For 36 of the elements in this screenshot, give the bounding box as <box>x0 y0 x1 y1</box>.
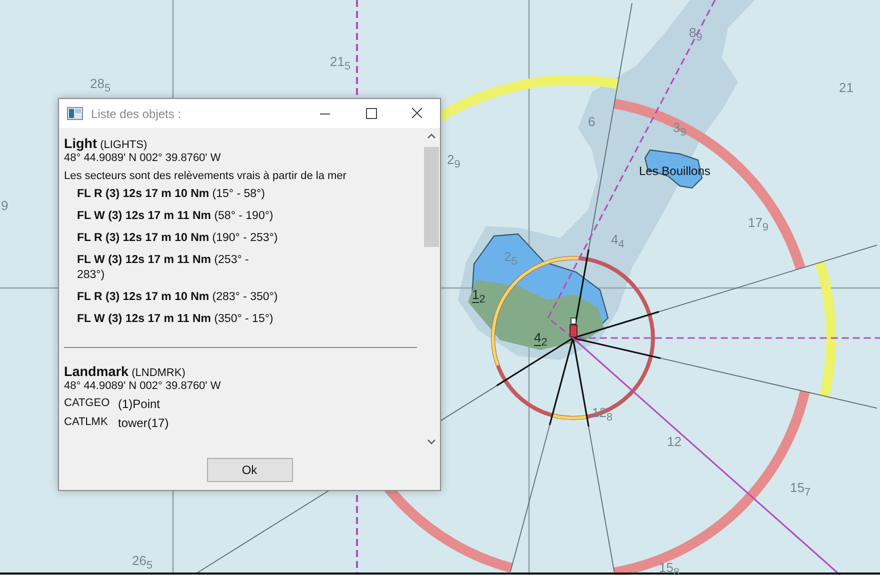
attribute-name: CATLMK <box>64 416 109 430</box>
depth-sounding: 26$_{5}$ <box>132 553 152 574</box>
depth-sounding: 15$_{7}$ <box>790 480 810 501</box>
depth-sounding: 2$_{5}$ <box>504 249 518 270</box>
depth-sounding: 17$_{9}$ <box>748 215 768 236</box>
window-title: Liste des objets : <box>91 106 182 120</box>
ok-button[interactable]: Ok <box>206 458 292 482</box>
attribute-value: tower(17) <box>118 416 169 430</box>
object-heading: Light (LIGHTS) <box>64 136 148 151</box>
depth-sounding: 28$_{5}$ <box>90 76 110 97</box>
window-icon <box>67 107 83 120</box>
sector-note: Les secteurs sont des relèvements vrais à partir de la mer <box>64 170 348 182</box>
attribute-name: CATGEO <box>64 397 110 411</box>
depth-sounding: 9 <box>1 198 8 214</box>
light-sector: FL W (3) 12s 17 m 11 Nm (253° - 283°) <box>77 253 250 283</box>
depth-sounding: 8$_{9}$ <box>689 25 702 46</box>
light-sector: FL R (3) 12s 17 m 10 Nm (190° - 253°) <box>77 231 279 246</box>
light-sector: FL R (3) 12s 17 m 10 Nm (15° - 58°) <box>77 187 266 202</box>
depth-sounding: 21$_{5}$ <box>330 54 350 75</box>
light-sector: FL W (3) 12s 17 m 11 Nm (58° - 190°) <box>77 209 274 224</box>
object-heading: Landmark (LNDMRK) <box>64 364 186 379</box>
light-sector: FL R (3) 12s 17 m 10 Nm (283° - 350°) <box>77 290 279 305</box>
attribute-value: (1)Point <box>118 397 160 411</box>
depth-sounding: 1$_{2}$ <box>472 287 486 308</box>
sector-arc <box>552 414 588 420</box>
depth-sounding: 4$_{2}$ <box>534 330 548 351</box>
light-symbol-icon <box>570 318 578 338</box>
object-position: 48° 44.9089' N 002° 39.8760' W <box>64 152 222 164</box>
depth-sounding: 4$_{4}$ <box>611 232 624 253</box>
depth-sounding: 6 <box>588 114 596 130</box>
object-position: 48° 44.9089' N 002° 39.8760' W <box>64 380 222 392</box>
depth-sounding: 12 <box>667 434 682 450</box>
light-sector: FL W (3) 12s 17 m 11 Nm (350° - 15°) <box>77 312 274 327</box>
depth-sounding: 2$_{9}$ <box>447 152 460 173</box>
scroll-thumb[interactable] <box>424 147 439 247</box>
depth-sounding: 21 <box>839 80 854 96</box>
